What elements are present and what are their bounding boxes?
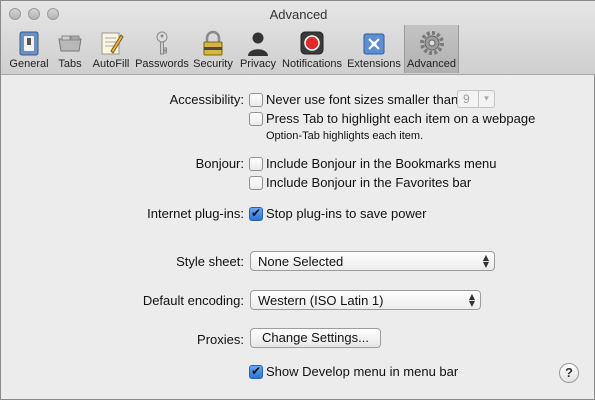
select-arrows-icon: ▲ ▼ xyxy=(482,253,489,269)
tab-label: Privacy xyxy=(239,58,277,70)
bonjour-bookmarks-checkbox[interactable] xyxy=(249,157,263,171)
bonjour-label: Bonjour: xyxy=(195,156,244,171)
tab-security[interactable]: Security xyxy=(191,25,235,73)
min-font-size-text: Never use font sizes smaller than xyxy=(266,92,459,107)
default-encoding-value: Western (ISO Latin 1) xyxy=(258,293,384,308)
window-title: Advanced xyxy=(269,7,328,22)
tab-label: AutoFill xyxy=(92,58,130,70)
tab-general[interactable]: General xyxy=(7,25,51,73)
preferences-toolbar: General Tabs AutoFill Passwords Security… xyxy=(1,25,595,73)
tab-notifications[interactable]: Notifications xyxy=(281,25,343,73)
min-font-size-select[interactable]: 9 ▾ xyxy=(457,90,495,108)
bonjour-favorites-text: Include Bonjour in the Favorites bar xyxy=(266,175,472,190)
show-develop-menu-text: Show Develop menu in menu bar xyxy=(266,364,459,379)
select-arrows-icon: ▲ ▼ xyxy=(468,292,475,308)
help-button[interactable]: ? xyxy=(559,363,579,383)
autofill-pencil-icon xyxy=(101,32,124,55)
stop-plugins-text: Stop plug-ins to save power xyxy=(266,206,427,221)
padlock-icon xyxy=(203,30,223,56)
tab-label: General xyxy=(9,58,49,70)
person-silhouette-icon xyxy=(248,32,268,56)
notification-record-icon xyxy=(300,31,324,55)
internet-plugins-label: Internet plug-ins: xyxy=(147,206,244,221)
min-font-size-checkbox[interactable] xyxy=(249,93,263,107)
style-sheet-select[interactable]: None Selected ▲ ▼ xyxy=(250,251,495,271)
general-switch-icon xyxy=(19,31,39,56)
style-sheet-value: None Selected xyxy=(258,254,344,269)
chevron-down-icon: ▾ xyxy=(478,91,494,107)
tab-highlight-checkbox[interactable] xyxy=(249,112,263,126)
bonjour-favorites-checkbox[interactable] xyxy=(249,176,263,190)
tab-label: Notifications xyxy=(282,58,342,70)
tab-label: Passwords xyxy=(135,58,189,70)
default-encoding-label: Default encoding: xyxy=(142,293,244,308)
min-font-size-value: 9 xyxy=(463,92,470,106)
tab-label: Advanced xyxy=(407,58,456,70)
tab-tabs[interactable]: Tabs xyxy=(51,25,89,73)
bonjour-bookmarks-text: Include Bonjour in the Bookmarks menu xyxy=(266,156,497,171)
gear-icon xyxy=(419,31,444,55)
titlebar: Advanced General Tabs AutoFill Passwords… xyxy=(1,1,595,75)
key-icon xyxy=(156,31,168,55)
tab-label: Security xyxy=(193,58,233,70)
tab-extensions[interactable]: Extensions xyxy=(345,25,403,73)
puzzle-icon xyxy=(363,33,385,55)
tab-label: Extensions xyxy=(347,58,401,70)
default-encoding-select[interactable]: Western (ISO Latin 1) ▲ ▼ xyxy=(250,290,481,310)
option-tab-hint: Option-Tab highlights each item. xyxy=(266,130,424,142)
tabs-icon xyxy=(58,35,82,52)
stop-plugins-checkbox[interactable] xyxy=(249,206,263,221)
tab-passwords[interactable]: Passwords xyxy=(134,25,190,73)
tab-advanced[interactable]: Advanced xyxy=(404,25,459,73)
advanced-pane: Accessibility: Never use font sizes smal… xyxy=(1,76,595,400)
accessibility-label: Accessibility: xyxy=(169,92,244,107)
tab-autofill[interactable]: AutoFill xyxy=(89,25,133,73)
tab-privacy[interactable]: Privacy xyxy=(236,25,280,73)
proxies-label: Proxies: xyxy=(197,332,244,347)
style-sheet-label: Style sheet: xyxy=(176,254,244,269)
change-settings-button[interactable]: Change Settings... xyxy=(250,328,381,348)
tab-highlight-text: Press Tab to highlight each item on a we… xyxy=(266,111,536,126)
tab-label: Tabs xyxy=(58,58,82,70)
show-develop-menu-checkbox[interactable] xyxy=(249,364,263,379)
preferences-window: Advanced General Tabs AutoFill Passwords… xyxy=(0,0,595,400)
